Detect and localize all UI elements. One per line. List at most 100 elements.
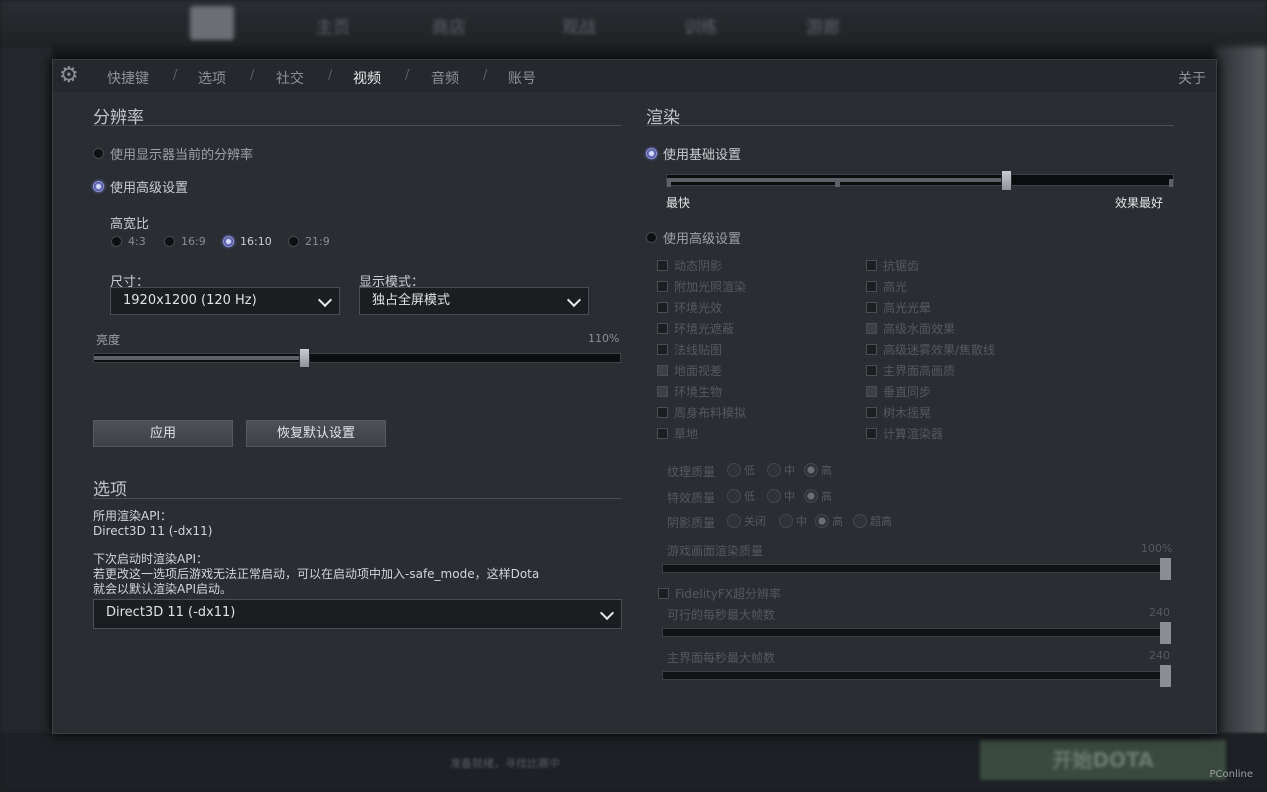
radio-dot — [779, 514, 793, 528]
shadow-quality-ultra[interactable]: 超高 — [853, 513, 892, 529]
radio-label: 低 — [744, 464, 755, 477]
brightness-value: 110% — [588, 332, 620, 345]
brightness-slider[interactable] — [93, 348, 621, 368]
radio-dot — [727, 463, 741, 477]
tab-hotkeys[interactable]: 快捷键 — [107, 68, 149, 88]
checkbox-box — [657, 407, 668, 418]
checkbox-box — [866, 302, 877, 313]
apply-button[interactable]: 应用 — [93, 420, 233, 447]
checkbox-label: 地面视差 — [674, 364, 723, 378]
radio-dot-selected — [804, 463, 818, 477]
render-api-select[interactable]: Direct3D 11 (-dx11) — [93, 599, 622, 629]
checkbox-label: 动态阴影 — [674, 259, 723, 273]
radio-label: 21:9 — [305, 235, 330, 248]
max-fps-slider[interactable] — [662, 622, 1171, 644]
texture-quality-low[interactable]: 低 — [727, 462, 755, 478]
shadow-quality-medium[interactable]: 中 — [779, 513, 807, 529]
tab-video[interactable]: 视频 — [353, 68, 381, 88]
checkbox-high-quality-water[interactable]: 高级水面效果 — [866, 320, 955, 337]
dota-logo — [190, 6, 234, 40]
checkbox-label: 环境生物 — [674, 385, 723, 399]
slider-thumb[interactable] — [1160, 622, 1171, 644]
background-status-text: 准备就绪，寻找比赛中 — [450, 757, 560, 770]
shadow-quality-high[interactable]: 高 — [815, 513, 843, 529]
effects-quality-medium[interactable]: 中 — [767, 488, 795, 504]
radio-use-basic-render[interactable]: 使用基础设置 — [646, 144, 741, 163]
display-mode-select[interactable]: 独占全屏模式 — [359, 287, 589, 315]
resolution-size-select[interactable]: 1920x1200 (120 Hz) — [110, 287, 340, 315]
render-api-label: 所用渲染API： — [93, 509, 172, 523]
select-value: 独占全屏模式 — [372, 293, 451, 308]
checkbox-hq-dashboard[interactable]: 主界面高画质 — [866, 362, 955, 379]
radio-label: 中 — [796, 515, 807, 528]
radio-dot — [288, 236, 299, 247]
checkbox-tree-wind[interactable]: 树木摇晃 — [866, 404, 931, 421]
checkbox-ambient-occlusion[interactable]: 环境光遮蔽 — [657, 320, 734, 337]
brightness-label: 亮度 — [96, 333, 121, 347]
checkbox-ambient-lighting[interactable]: 环境光效 — [657, 299, 722, 316]
radio-dot — [727, 489, 741, 503]
about-link[interactable]: 关于 — [1178, 68, 1206, 88]
tab-account[interactable]: 账号 — [508, 68, 536, 88]
slider-thumb[interactable] — [1160, 558, 1171, 580]
menu-fps-slider[interactable] — [662, 665, 1171, 687]
shadow-quality-off[interactable]: 关闭 — [727, 513, 766, 529]
section-divider — [93, 125, 621, 126]
checkbox-cloth-simulation[interactable]: 周身布料模拟 — [657, 404, 746, 421]
tab-social[interactable]: 社交 — [276, 68, 304, 88]
radio-use-monitor-resolution[interactable]: 使用显示器当前的分辨率 — [93, 144, 253, 163]
render-quality-slider[interactable] — [662, 558, 1171, 580]
checkbox-label: 主界面高画质 — [883, 364, 956, 378]
checkbox-dynamic-shadows[interactable]: 动态阴影 — [657, 257, 722, 274]
slider-thumb[interactable] — [1001, 170, 1012, 191]
effects-quality-high[interactable]: 高 — [804, 488, 832, 504]
texture-quality-high[interactable]: 高 — [804, 462, 832, 478]
aspect-option-4-3[interactable]: 4:3 — [111, 235, 146, 248]
slider-thumb[interactable] — [299, 348, 310, 368]
checkbox-grass[interactable]: 草地 — [657, 425, 698, 442]
checkbox-compute-shaders[interactable]: 计算渲染器 — [866, 425, 943, 442]
checkbox-ambient-creatures[interactable]: 环境生物 — [657, 383, 722, 400]
radio-dot — [111, 236, 122, 247]
radio-label: 使用基础设置 — [663, 148, 742, 163]
tab-options[interactable]: 选项 — [198, 68, 226, 88]
render-quality-preset-slider[interactable] — [666, 170, 1174, 191]
radio-label: 高 — [821, 464, 832, 477]
menu-fps-value: 240 — [1149, 649, 1170, 662]
play-dota-button[interactable]: 开始DOTA — [980, 740, 1226, 780]
render-api-value: Direct3D 11 (-dx11) — [93, 524, 213, 538]
slider-thumb[interactable] — [1160, 665, 1171, 687]
section-divider — [93, 498, 621, 499]
select-value: 1920x1200 (120 Hz) — [123, 293, 257, 308]
checkbox-vsync[interactable]: 垂直同步 — [866, 383, 931, 400]
checkbox-fog-caustics[interactable]: 高级迷雾效果/焦散线 — [866, 341, 995, 358]
reset-defaults-button[interactable]: 恢复默认设置 — [246, 420, 386, 447]
radio-label: 中 — [784, 490, 795, 503]
checkbox-ground-parallax[interactable]: 地面视差 — [657, 362, 722, 379]
chevron-down-icon — [317, 292, 333, 308]
gear-icon: ⚙ — [59, 63, 79, 88]
checkbox-label: 高光 — [883, 280, 908, 294]
slider-min-label: 最快 — [666, 196, 691, 210]
checkbox-normal-maps[interactable]: 法线贴图 — [657, 341, 722, 358]
checkbox-specular[interactable]: 高光 — [866, 278, 907, 295]
checkbox-additional-lighting[interactable]: 附加光照渲染 — [657, 278, 746, 295]
checkbox-label: FidelityFX超分辨率 — [675, 587, 781, 601]
aspect-option-16-9[interactable]: 16:9 — [164, 235, 206, 248]
checkbox-bloom[interactable]: 高光光晕 — [866, 299, 931, 316]
effects-quality-low[interactable]: 低 — [727, 488, 755, 504]
aspect-option-16-10[interactable]: 16:10 — [223, 235, 272, 248]
radio-dot — [767, 463, 781, 477]
background-nav-item: 观战 — [562, 18, 596, 38]
radio-use-advanced-resolution[interactable]: 使用高级设置 — [93, 177, 188, 196]
checkbox-fidelityfx[interactable]: FidelityFX超分辨率 — [658, 585, 781, 602]
select-value: Direct3D 11 (-dx11) — [106, 605, 236, 620]
tab-audio[interactable]: 音频 — [431, 68, 459, 88]
next-render-api-note: 就会以默认渲染API启动。 — [93, 582, 232, 596]
radio-use-advanced-render[interactable]: 使用高级设置 — [646, 228, 741, 247]
texture-quality-medium[interactable]: 中 — [767, 462, 795, 478]
watermark: PConline — [1209, 769, 1253, 780]
aspect-option-21-9[interactable]: 21:9 — [288, 235, 330, 248]
checkbox-anti-aliasing[interactable]: 抗锯齿 — [866, 257, 919, 274]
radio-label: 使用显示器当前的分辨率 — [110, 148, 254, 163]
